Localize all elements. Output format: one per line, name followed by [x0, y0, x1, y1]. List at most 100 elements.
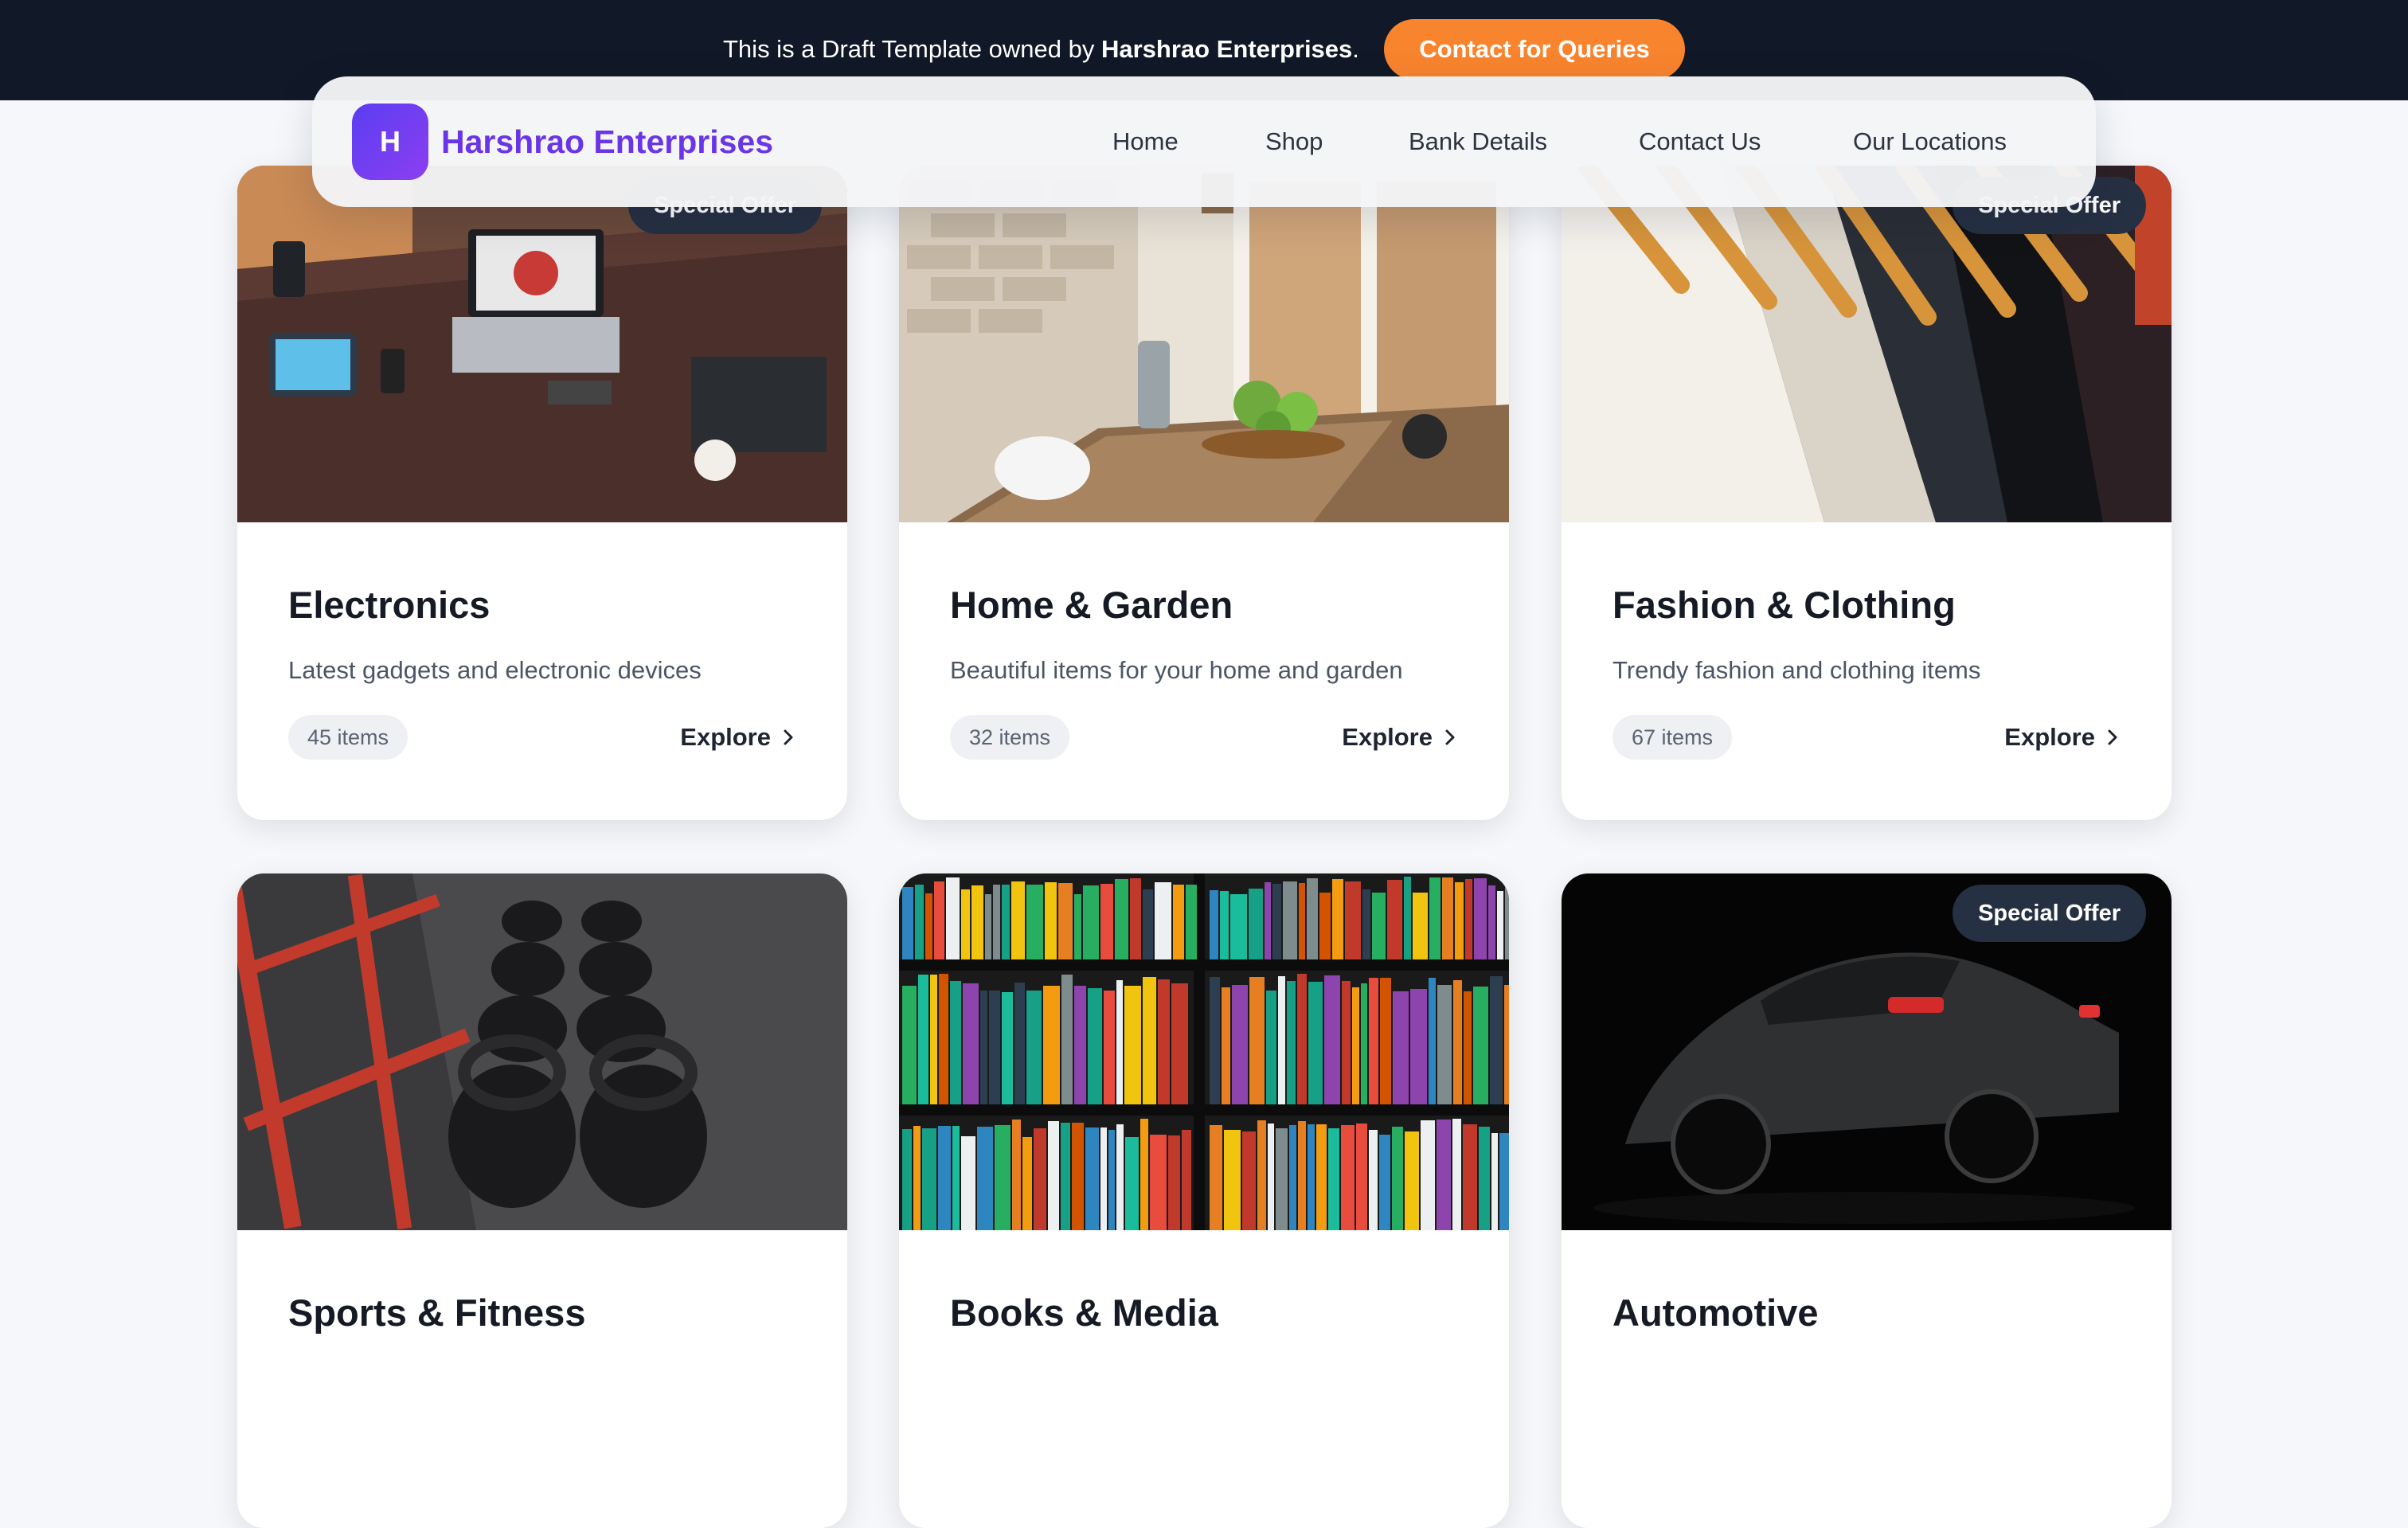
book-spine — [1387, 880, 1402, 959]
book-spine — [961, 889, 970, 959]
book-spine — [1342, 981, 1351, 1104]
book-spine — [977, 1127, 993, 1230]
book-spine — [1048, 1121, 1059, 1230]
book-spine — [952, 1126, 960, 1230]
book-spine — [1045, 882, 1057, 959]
book-spine — [1455, 882, 1464, 959]
nav-link-our-locations[interactable]: Our Locations — [1853, 124, 2007, 159]
book-spine — [1230, 894, 1247, 959]
book-spine — [963, 983, 979, 1104]
book-spine — [1307, 878, 1318, 959]
category-card-automotive[interactable]: Special Offer Automotive — [1562, 873, 2172, 1528]
book-spine — [1361, 983, 1367, 1104]
announcement-suffix: . — [1352, 35, 1359, 63]
book-spine — [1324, 975, 1340, 1104]
book-spine — [946, 877, 960, 959]
book-spine — [1499, 1133, 1509, 1230]
item-count-badge: 67 items — [1612, 715, 1733, 760]
book-spine — [1257, 1120, 1266, 1230]
brand-name[interactable]: Harshrao Enterprises — [441, 121, 773, 162]
book-spine — [1061, 975, 1073, 1104]
nav-link-shop[interactable]: Shop — [1265, 124, 1323, 159]
book-spine — [1429, 978, 1436, 1104]
book-spine — [1182, 1130, 1191, 1230]
book-spine — [1058, 883, 1073, 959]
book-spine — [1104, 991, 1115, 1104]
explore-label: Explore — [2004, 723, 2095, 751]
chevron-right-icon — [2108, 729, 2117, 745]
card-description: Trendy fashion and clothing items — [1612, 656, 1981, 684]
book-spine — [1150, 1135, 1167, 1230]
book-spine — [939, 974, 948, 1104]
book-spine — [1186, 885, 1197, 959]
card-title: Home & Garden — [950, 584, 1233, 626]
book-spine — [1298, 1121, 1306, 1230]
book-spine — [922, 1128, 936, 1230]
book-spine — [902, 986, 917, 1104]
book-spine — [1143, 889, 1153, 959]
category-card-fashion-clothing[interactable]: Special Offer Fashion & Clothing Trendy … — [1562, 166, 2172, 820]
book-spine — [1002, 885, 1010, 959]
book-spine — [1171, 983, 1188, 1104]
book-spine — [985, 894, 991, 959]
category-card-electronics[interactable]: Special Offer Electronics Latest gadgets… — [237, 166, 847, 820]
book-spine — [1474, 878, 1487, 959]
book-spine — [1465, 879, 1472, 959]
book-spine — [980, 991, 987, 1104]
book-spine — [1497, 891, 1503, 959]
book-spine — [1272, 884, 1281, 959]
book-spine — [1369, 978, 1378, 1104]
book-spine — [1061, 1123, 1070, 1230]
book-spine — [1088, 988, 1102, 1104]
book-spine — [1158, 979, 1170, 1104]
book-spine — [1392, 1127, 1403, 1230]
book-spine — [1437, 985, 1452, 1104]
book-spine — [1356, 1124, 1367, 1230]
book-spine — [1297, 974, 1307, 1104]
clothes-rack-photo: Special Offer — [1562, 166, 2172, 522]
explore-link[interactable]: Explore — [1342, 718, 1458, 756]
book-spine — [1308, 1124, 1315, 1230]
contact-for-queries-button[interactable]: Contact for Queries — [1384, 19, 1685, 80]
item-count-badge: 32 items — [950, 715, 1070, 760]
book-spine — [1287, 981, 1296, 1104]
book-spine — [1268, 1124, 1274, 1230]
book-spine — [1429, 877, 1440, 959]
book-spine — [1393, 991, 1409, 1104]
book-spine — [1072, 1123, 1084, 1230]
book-spine — [1404, 877, 1411, 959]
book-spine — [1232, 985, 1248, 1104]
book-spine — [918, 975, 928, 1104]
book-spine — [1143, 977, 1156, 1104]
book-spine — [1074, 986, 1086, 1104]
brand-logo[interactable]: H — [352, 104, 428, 180]
announcement-prefix: This is a Draft Template owned by — [723, 35, 1101, 63]
category-card-sports-fitness[interactable]: Sports & Fitness — [237, 873, 847, 1528]
book-spine — [1437, 1120, 1451, 1230]
book-spine — [1210, 977, 1220, 1104]
main-navbar: H Harshrao Enterprises Home Shop Bank De… — [312, 76, 2096, 207]
announcement-owner: Harshrao Enterprises — [1100, 35, 1353, 63]
nav-link-bank-details[interactable]: Bank Details — [1409, 124, 1547, 159]
book-spine — [1222, 987, 1230, 1104]
book-spine — [1289, 1125, 1296, 1230]
book-spine — [1210, 890, 1218, 959]
book-spine — [1130, 878, 1141, 959]
book-spine — [1026, 885, 1043, 959]
nav-link-contact-us[interactable]: Contact Us — [1639, 124, 1761, 159]
book-spine — [1345, 881, 1361, 959]
book-spine — [1379, 1135, 1390, 1230]
card-description: Beautiful items for your home and garden — [950, 656, 1403, 684]
nav-link-home[interactable]: Home — [1112, 124, 1179, 159]
book-spine — [902, 887, 913, 959]
book-spine — [1490, 976, 1503, 1104]
book-spine — [1224, 1130, 1241, 1230]
book-spine — [1332, 879, 1343, 959]
category-card-books-media[interactable]: Books & Media — [899, 873, 1509, 1528]
explore-link[interactable]: Explore — [680, 718, 796, 756]
category-card-home-garden[interactable]: Home & Garden Beautiful items for your h… — [899, 166, 1509, 820]
book-spine — [930, 975, 937, 1104]
chevron-right-icon — [784, 729, 793, 745]
dining-room-photo — [899, 166, 1509, 522]
explore-link[interactable]: Explore — [2004, 718, 2121, 756]
